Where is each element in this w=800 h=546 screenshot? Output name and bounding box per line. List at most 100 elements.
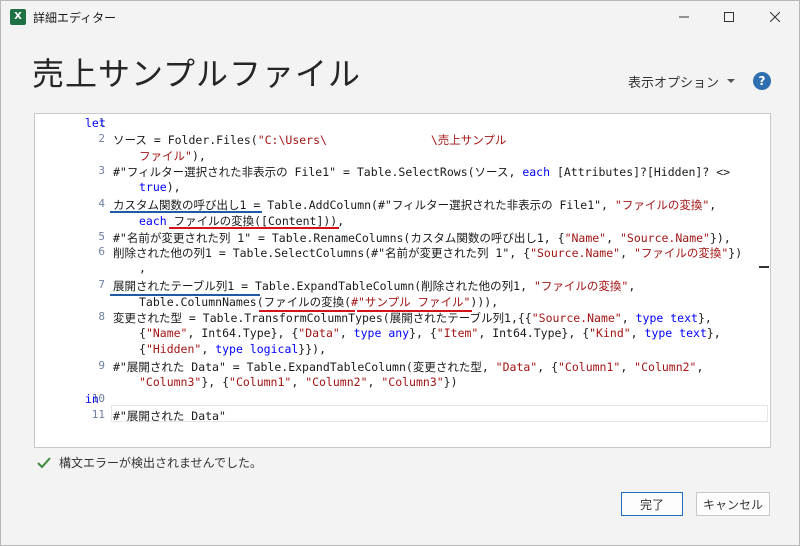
code-text: { [139, 326, 146, 340]
line-number: 2 [98, 132, 105, 145]
code-keyword: text [670, 311, 698, 325]
code-text: }, [697, 311, 712, 325]
code-string: "Column2" [305, 375, 368, 389]
line-number: 4 [98, 197, 105, 210]
code-text: }) [443, 375, 458, 389]
code-text: , [367, 375, 382, 389]
code-text: { [139, 342, 146, 356]
code-text: , [606, 231, 620, 245]
code-editor[interactable]: 1 2 3 4 5 6 7 8 9 10 11 let ソース = Folder… [34, 113, 771, 448]
red-underline-annotation [259, 310, 355, 312]
code-text: #"展開された Data" [113, 409, 226, 423]
code-keyword: type [215, 342, 243, 356]
code-string: "Source.Name" [530, 246, 621, 260]
code-line: {"Name", Int64.Type}, {"Data", type any}… [139, 326, 721, 340]
minimize-button[interactable] [661, 1, 707, 33]
code-text: , [709, 198, 717, 212]
code-text: }, { [201, 375, 230, 389]
line-number: 6 [98, 245, 105, 258]
code-keyword: type [644, 326, 673, 340]
code-keyword: logical [249, 342, 299, 356]
line-number: 9 [98, 359, 105, 372]
code-line: #"展開された Data" = Table.ExpandTableColumn(… [113, 359, 703, 375]
code-line: 展開されたテーブル列1 = Table.ExpandTableColumn(削除… [113, 278, 635, 294]
code-string: "Column2" [634, 360, 697, 374]
code-line: {"Hidden", type logical}}), [139, 342, 326, 356]
line-number: 7 [98, 278, 105, 291]
code-string: "Item" [436, 326, 479, 340]
code-text: ), [191, 149, 206, 163]
display-options-dropdown[interactable]: 表示オプション [628, 72, 736, 91]
code-text: , [620, 246, 634, 260]
help-icon[interactable]: ? [753, 72, 771, 90]
code-line: 削除された他の列1 = Table.SelectColumns(#"名前が変更さ… [113, 245, 742, 261]
code-keyword: type [353, 326, 382, 340]
code-string: "Source.Name" [531, 311, 622, 325]
code-string: "ファイルの変換" [533, 279, 629, 293]
code-string: ファイル" [139, 149, 192, 163]
code-text: ソース = Folder.Files( [113, 133, 258, 147]
code-string: "Column1" [229, 375, 292, 389]
line-number: 11 [91, 408, 105, 421]
code-keyword: true [139, 180, 167, 194]
code-line: #"展開された Data" [113, 408, 226, 424]
code-string: "Source.Name" [619, 231, 710, 245]
code-string: "Data" [495, 360, 538, 374]
code-line: 変更された型 = Table.TransformColumnTypes(展開され… [113, 310, 712, 326]
code-text: 変更された型 = Table.TransformColumnTypes(展開され… [113, 311, 532, 325]
advanced-editor-window: X 詳細エディター 売上サンプルファイル 表示オプション ? 1 2 3 4 5… [0, 0, 800, 546]
query-title: 売上サンプルファイル [32, 55, 362, 93]
code-text: }) [728, 246, 743, 260]
code-string: "Kind" [589, 326, 631, 340]
code-text: 削除された他の列1 = Table.SelectColumns(#"名前が変更さ… [113, 246, 531, 260]
code-line: #"フィルター選択された非表示の File1" = Table.SelectRo… [113, 164, 730, 180]
maximize-button[interactable] [706, 1, 752, 33]
code-text: , [620, 360, 635, 374]
code-text: #"展開された Data" = Table.ExpandTableColumn(… [113, 360, 496, 374]
code-text: , [696, 360, 704, 374]
code-text: , [201, 342, 216, 356]
code-text: , Int64.Type}, { [478, 326, 590, 340]
code-string: "Hidden" [145, 342, 202, 356]
code-text: }), [709, 231, 731, 245]
code-line: let [85, 116, 106, 130]
cancel-button[interactable]: キャンセル [696, 492, 770, 516]
close-button[interactable] [752, 1, 798, 33]
code-keyword: text [679, 326, 707, 340]
code-string: "Column3" [139, 375, 202, 389]
code-text: 展開されたテーブル列1 = Table.ExpandTableColumn(削除… [113, 279, 534, 293]
code-text: , { [537, 360, 558, 374]
code-string: "ファイルの変換" [633, 246, 729, 260]
code-text: }}), [298, 342, 326, 356]
scroll-position-marker [759, 266, 769, 268]
blue-underline-annotation [110, 294, 260, 296]
done-button[interactable]: 完了 [621, 492, 683, 516]
code-string: #"サンプル ファイル" [351, 295, 471, 309]
blue-underline-annotation [110, 211, 262, 213]
code-text: #"名前が変更された列 1" = Table.RenameColumns(カスタ… [113, 231, 565, 245]
line-number: 5 [98, 230, 105, 243]
code-line: ファイル"), [139, 148, 206, 164]
code-keyword: in [85, 392, 99, 406]
code-keyword: each [139, 214, 167, 228]
title-bar: X 詳細エディター [1, 1, 799, 33]
code-text: ))), [470, 295, 499, 309]
code-text: , [139, 261, 146, 275]
code-text: [Attributes]?[Hidden]? <> [550, 165, 731, 179]
code-keyword: let [85, 116, 106, 130]
code-line: ソース = Folder.Files("C:\Users\ \売上サンプル [113, 132, 506, 148]
code-text: Table.ColumnNames(ファイルの変換( [139, 295, 352, 309]
code-text: }, { [409, 326, 437, 340]
line-number: 3 [98, 164, 105, 177]
code-string: "Column1" [558, 360, 621, 374]
code-string: "Name" [564, 231, 607, 245]
code-line: Table.ColumnNames(ファイルの変換(#"サンプル ファイル"))… [139, 294, 498, 310]
code-string: "ファイルの変換" [614, 198, 710, 212]
code-keyword: any [388, 326, 410, 340]
code-line: true), [139, 180, 181, 194]
code-string: "Name" [145, 326, 188, 340]
display-options-label: 表示オプション [628, 76, 720, 91]
code-text: , [291, 375, 306, 389]
